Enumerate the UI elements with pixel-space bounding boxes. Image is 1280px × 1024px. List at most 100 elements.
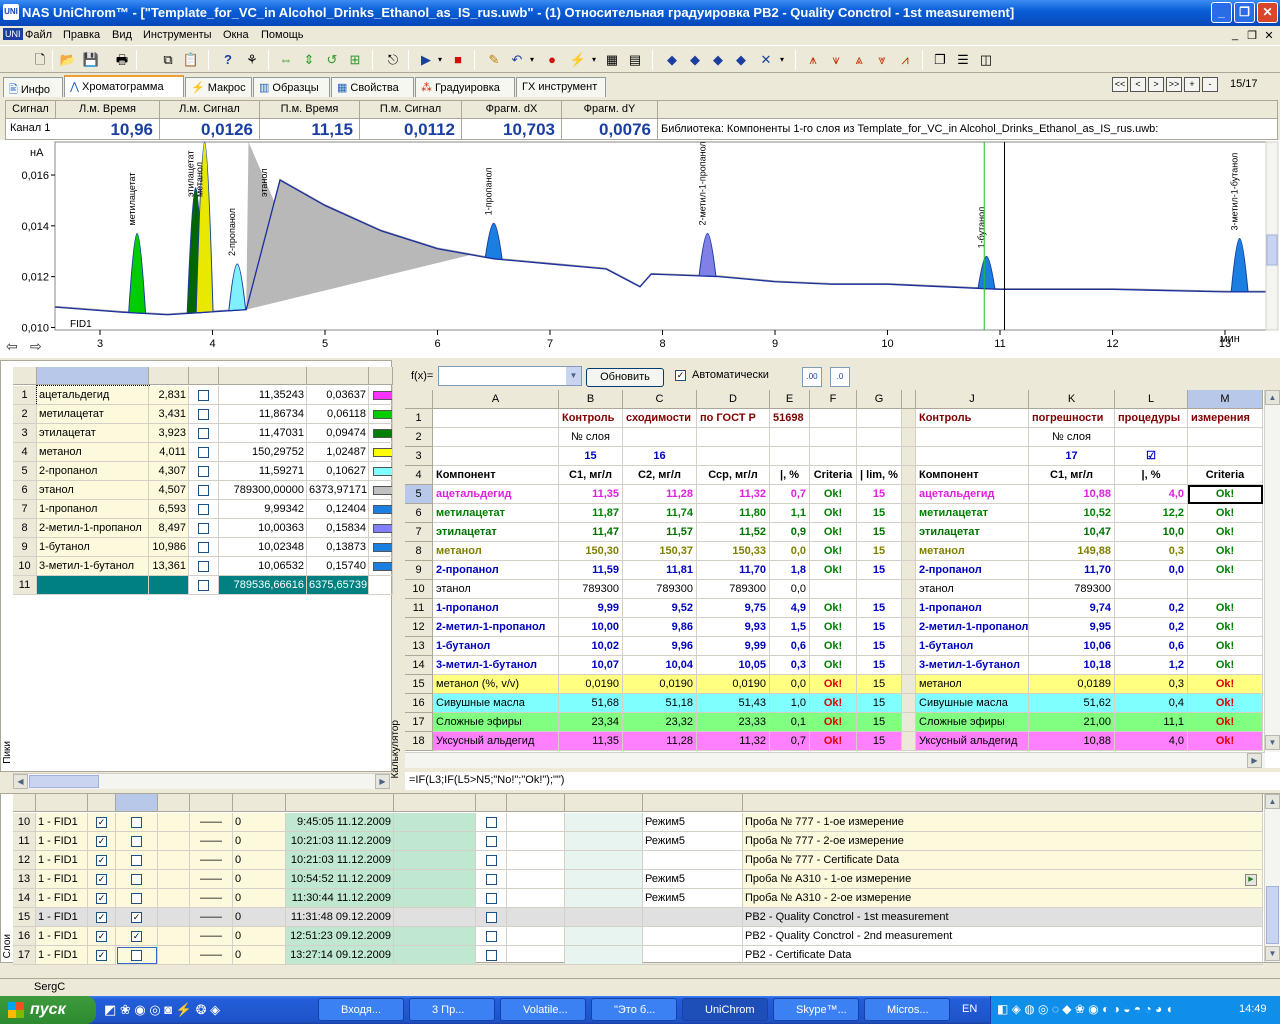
calc-cell[interactable]: 11,32 bbox=[697, 732, 770, 751]
calc-cell[interactable]: Ok! bbox=[1188, 561, 1263, 580]
calc-cell[interactable]: 1-бутанол bbox=[433, 637, 559, 656]
calc-cell[interactable]: C1, мг/л bbox=[559, 466, 623, 485]
calc-cell[interactable]: 11,57 bbox=[623, 523, 697, 542]
task-excel[interactable]: Micros... bbox=[864, 998, 950, 1021]
calc-cell[interactable]: 2-метил-1-пропанол bbox=[916, 618, 1029, 637]
peak-checkbox[interactable] bbox=[198, 560, 209, 572]
tab-info[interactable]: 🖹 Инфо bbox=[3, 77, 63, 97]
calc-cell[interactable]: 9,75 bbox=[697, 599, 770, 618]
calc-row-header[interactable]: 15 bbox=[405, 675, 433, 694]
calc-row-header[interactable]: 7 bbox=[405, 523, 433, 542]
calc-cell[interactable]: Ok! bbox=[810, 675, 857, 694]
calc-cell[interactable]: 0,9 bbox=[770, 523, 810, 542]
mdi-close-icon[interactable]: ✕ bbox=[1262, 29, 1276, 42]
layer-row[interactable]: 17 1 - FID1 ✓ —— 0 13:27:14 09.12.2009 PB2 - C… bbox=[13, 946, 1263, 965]
peak-checkbox[interactable] bbox=[198, 389, 209, 401]
calc-cell[interactable]: 23,32 bbox=[623, 713, 697, 732]
layer-row[interactable]: 15 1 - FID1 ✓ ✓ —— 0 11:31:48 09.12.2009 PB2 - … bbox=[13, 908, 1263, 927]
calc-col-header[interactable]: M bbox=[1188, 390, 1263, 409]
calc-cell[interactable] bbox=[916, 428, 1029, 447]
layer-cell-3[interactable]: ✓ bbox=[116, 908, 158, 927]
peaks-row[interactable]: 1 ацетальдегид 2,831 11,35243 0,03637 bbox=[13, 385, 405, 406]
delete-dropdown-icon[interactable]: ▾ bbox=[772, 50, 792, 70]
start-button[interactable]: пуск bbox=[0, 996, 96, 1024]
color-swatch[interactable] bbox=[373, 486, 392, 495]
calc-cell[interactable]: метанол bbox=[916, 542, 1029, 561]
calc-cell[interactable]: Ok! bbox=[810, 523, 857, 542]
marker-icon[interactable]: ● bbox=[542, 50, 562, 70]
calc-col-header[interactable]: G bbox=[857, 390, 902, 409]
calc-cell[interactable]: 0,0 bbox=[1115, 561, 1188, 580]
calc-cell[interactable]: 15 bbox=[857, 637, 902, 656]
layer-checkbox[interactable] bbox=[131, 854, 142, 866]
calc-cell[interactable]: 10,88 bbox=[1029, 732, 1115, 751]
calc-col-header[interactable]: L bbox=[1115, 390, 1188, 409]
calc-cell[interactable]: Уксусный альдегид bbox=[433, 732, 559, 751]
calc-cell[interactable]: 789300 bbox=[559, 580, 623, 599]
calc-cell[interactable]: погрешности bbox=[1029, 409, 1115, 428]
layer-checkbox[interactable] bbox=[485, 873, 497, 885]
peak-checkbox[interactable] bbox=[198, 541, 209, 553]
calc-cell[interactable]: 1,5 bbox=[770, 618, 810, 637]
layer-checkbox[interactable] bbox=[131, 835, 142, 847]
peaks-cell-3[interactable] bbox=[189, 462, 219, 481]
save-icon[interactable]: 💾 bbox=[81, 50, 101, 70]
calc-cell[interactable]: 3-метил-1-бутанол bbox=[916, 656, 1029, 675]
calc-cell[interactable]: Ok! bbox=[1188, 504, 1263, 523]
layer-cell-3[interactable] bbox=[116, 851, 158, 870]
scroll-down-arrow-icon[interactable]: ▼ bbox=[1265, 735, 1280, 750]
calc-cell[interactable]: метанол (%, v/v) bbox=[433, 675, 559, 694]
task-firefox[interactable]: "Это б... bbox=[591, 998, 677, 1021]
peaks-cell-3[interactable] bbox=[189, 481, 219, 500]
calc-row-header[interactable]: 4 bbox=[405, 466, 433, 485]
layer-checkbox[interactable]: ✓ bbox=[96, 911, 107, 923]
calc-cell[interactable]: 0,7 bbox=[770, 732, 810, 751]
calc-cell[interactable]: 150,33 bbox=[697, 542, 770, 561]
calc-cell[interactable]: 51,18 bbox=[623, 694, 697, 713]
color-swatch[interactable] bbox=[373, 429, 392, 438]
calc-cell[interactable]: 10,05 bbox=[697, 656, 770, 675]
color-swatch[interactable] bbox=[373, 467, 392, 476]
calc-cell[interactable] bbox=[1188, 428, 1263, 447]
nav-add-button[interactable]: + bbox=[1184, 77, 1200, 92]
calc-cell[interactable]: | lim, % bbox=[857, 466, 902, 485]
calc-cell[interactable]: этилацетат bbox=[916, 523, 1029, 542]
calc-cell[interactable]: этилацетат bbox=[433, 523, 559, 542]
peaks-row[interactable]: 2 метилацетат 3,431 11,86734 0,06118 bbox=[13, 405, 405, 424]
calc-cell[interactable] bbox=[810, 580, 857, 599]
layer-cell-3[interactable]: ✓ bbox=[116, 927, 158, 946]
integrate-dropdown-icon[interactable]: ▾ bbox=[584, 50, 604, 70]
update-button[interactable]: Обновить bbox=[586, 368, 664, 387]
peaks-hscroll-thumb[interactable] bbox=[29, 775, 99, 788]
calc-cell[interactable]: 15 bbox=[857, 656, 902, 675]
layers-header-13[interactable] bbox=[743, 794, 1263, 812]
layers-scroll-up-arrow-icon[interactable]: ▲ bbox=[1265, 794, 1280, 809]
peaks-cell-3[interactable] bbox=[189, 500, 219, 519]
layers-scroll-down-arrow-icon[interactable]: ▼ bbox=[1265, 946, 1280, 961]
calc-col-header[interactable]: D bbox=[697, 390, 770, 409]
peak-checkbox[interactable] bbox=[198, 446, 209, 458]
calc-row-header[interactable]: 1 bbox=[405, 409, 433, 428]
calc-cell[interactable]: Компонент bbox=[433, 466, 559, 485]
calc-cell[interactable]: 0,3 bbox=[1115, 675, 1188, 694]
calc-cell[interactable]: метилацетат bbox=[916, 504, 1029, 523]
calc-cell[interactable]: 15 bbox=[559, 447, 623, 466]
layer-cell-2[interactable]: ✓ bbox=[88, 832, 116, 851]
calc-cell[interactable]: Контроль bbox=[559, 409, 623, 428]
calc-cell[interactable]: 11,28 bbox=[623, 485, 697, 504]
nav-next-button[interactable]: > bbox=[1148, 77, 1164, 92]
peaks-cell-3[interactable] bbox=[189, 443, 219, 462]
peaks-row[interactable]: 5 2-пропанол 4,307 11,59271 0,10627 bbox=[13, 462, 405, 481]
color-swatch[interactable] bbox=[373, 524, 392, 533]
peak-checkbox[interactable] bbox=[198, 484, 209, 496]
calc-cell[interactable]: Сивушные масла bbox=[916, 694, 1029, 713]
calc-cell[interactable] bbox=[857, 409, 902, 428]
calc-cell[interactable] bbox=[810, 409, 857, 428]
calc-cell[interactable]: процедуры bbox=[1115, 409, 1188, 428]
peak-split-icon[interactable]: ⩓ bbox=[849, 50, 869, 70]
calc-cell[interactable]: 15 bbox=[857, 732, 902, 751]
calc-cell[interactable]: 15 bbox=[857, 599, 902, 618]
auto-checkbox[interactable]: ✓ bbox=[675, 369, 686, 381]
layers-vscroll-thumb[interactable] bbox=[1266, 886, 1279, 944]
menu-help[interactable]: Помощь bbox=[261, 29, 304, 41]
